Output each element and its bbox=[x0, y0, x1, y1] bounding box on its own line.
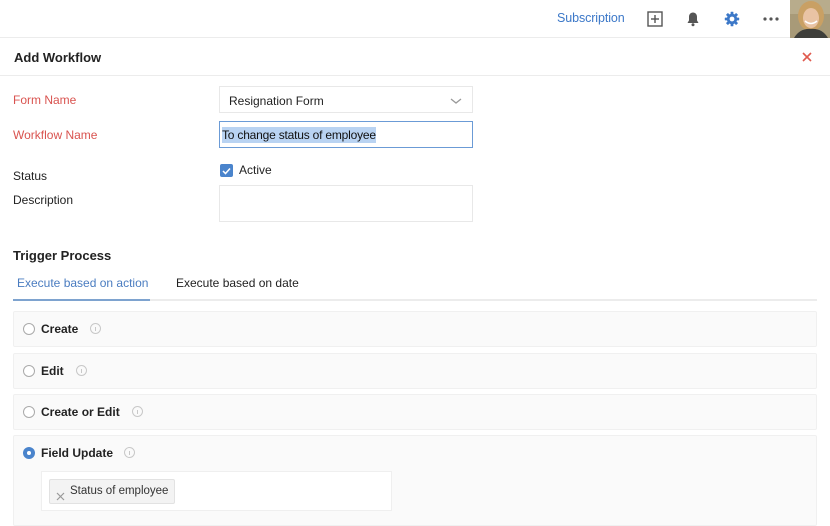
option-create-or-edit[interactable]: Create or Edit bbox=[13, 394, 817, 430]
create-or-edit-label[interactable]: Create or Edit bbox=[41, 405, 120, 419]
option-field-update[interactable]: Field Update Status of employee bbox=[13, 435, 817, 526]
workflow-name-label: Workflow Name bbox=[13, 128, 98, 142]
description-textarea[interactable] bbox=[219, 185, 473, 222]
info-icon[interactable] bbox=[90, 323, 101, 334]
status-label: Status bbox=[13, 169, 48, 183]
create-label[interactable]: Create bbox=[41, 322, 78, 336]
create-or-edit-radio[interactable] bbox=[23, 406, 35, 418]
edit-label[interactable]: Edit bbox=[41, 364, 64, 378]
add-square-icon[interactable] bbox=[646, 10, 664, 28]
active-checkbox-label[interactable]: Active bbox=[239, 163, 272, 177]
remove-tag-icon[interactable] bbox=[56, 487, 65, 501]
tab-execute-based-on-action[interactable]: Execute based on action bbox=[17, 276, 148, 290]
active-tab-indicator bbox=[13, 299, 150, 301]
workflow-name-value: To change status of employee bbox=[222, 127, 376, 143]
close-icon[interactable] bbox=[800, 50, 814, 64]
option-edit[interactable]: Edit bbox=[13, 353, 817, 389]
bell-icon[interactable] bbox=[684, 10, 702, 28]
top-bar: Subscription bbox=[0, 0, 830, 38]
info-icon[interactable] bbox=[132, 406, 143, 417]
workflow-name-input[interactable]: To change status of employee bbox=[219, 121, 473, 148]
info-icon[interactable] bbox=[76, 365, 87, 376]
option-create[interactable]: Create bbox=[13, 311, 817, 347]
field-tag: Status of employee bbox=[49, 479, 176, 504]
chevron-down-icon bbox=[450, 95, 462, 105]
edit-radio[interactable] bbox=[23, 365, 35, 377]
dialog-header: Add Workflow bbox=[0, 38, 830, 76]
field-update-label[interactable]: Field Update bbox=[41, 446, 113, 460]
info-icon[interactable] bbox=[124, 447, 135, 458]
field-update-radio[interactable] bbox=[23, 447, 35, 459]
form-name-label: Form Name bbox=[13, 93, 77, 107]
subscription-link[interactable]: Subscription bbox=[557, 11, 625, 25]
form-name-value: Resignation Form bbox=[229, 94, 324, 108]
tab-execute-based-on-date[interactable]: Execute based on date bbox=[176, 276, 299, 290]
trigger-process-heading: Trigger Process bbox=[13, 248, 112, 263]
form-name-select[interactable]: Resignation Form bbox=[219, 86, 473, 113]
create-radio[interactable] bbox=[23, 323, 35, 335]
field-update-tag-input[interactable]: Status of employee bbox=[41, 471, 392, 511]
description-label: Description bbox=[13, 193, 74, 207]
more-icon[interactable] bbox=[762, 10, 780, 28]
active-checkbox[interactable] bbox=[220, 164, 233, 177]
check-icon bbox=[222, 167, 231, 175]
field-tag-label: Status of employee bbox=[70, 485, 169, 497]
trigger-tabs: Execute based on action Execute based on… bbox=[13, 270, 817, 301]
gear-icon[interactable] bbox=[723, 10, 741, 28]
page-title: Add Workflow bbox=[14, 50, 102, 65]
user-avatar[interactable] bbox=[790, 0, 830, 38]
